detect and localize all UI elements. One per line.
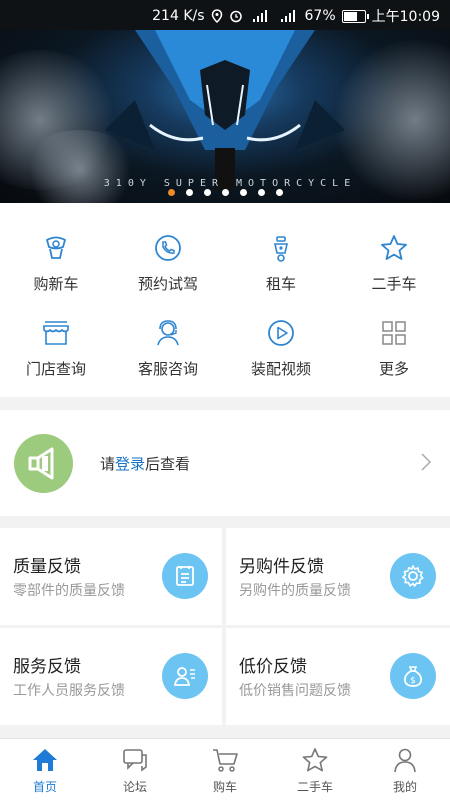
svg-text:$: $ (410, 676, 416, 686)
menu-item-store[interactable]: 门店查询 (0, 318, 112, 379)
battery-icon (341, 9, 369, 23)
chevron-right-icon (421, 453, 432, 471)
motorcycle-image (105, 30, 345, 190)
tab-forum[interactable]: 论坛 (90, 739, 180, 801)
card-low-price-feedback[interactable]: 低价反馈 低价销售问题反馈 $ (226, 628, 450, 725)
tab-used-car[interactable]: 二手车 (270, 739, 360, 801)
login-link[interactable]: 登录 (115, 455, 145, 473)
megaphone-icon (28, 447, 54, 480)
scooter-icon (274, 236, 288, 262)
pagination-dot[interactable] (168, 189, 175, 196)
pagination-dot[interactable] (240, 189, 247, 196)
alarm-icon (229, 10, 242, 23)
pagination-dot[interactable] (204, 189, 211, 196)
menu-item-video[interactable]: 装配视频 (225, 318, 337, 379)
new-bike-icon (45, 236, 67, 259)
login-prompt[interactable]: 请登录后查看 (0, 410, 450, 516)
menu-item-service[interactable]: 客服咨询 (112, 318, 224, 379)
star-icon (302, 748, 328, 772)
tab-buy[interactable]: 购车 (180, 739, 270, 801)
card-service-feedback[interactable]: 服务反馈 工作人员服务反馈 (0, 628, 222, 725)
cart-icon (213, 749, 238, 772)
document-icon (176, 566, 194, 586)
home-icon (33, 749, 57, 771)
login-message: 请登录后查看 (100, 455, 191, 473)
staff-icon (173, 667, 195, 686)
card-quality-feedback[interactable]: 质量反馈 零部件的质量反馈 (0, 528, 222, 625)
money-bag-icon: $ (403, 666, 423, 687)
gear-icon (402, 565, 424, 587)
tab-mine[interactable]: 我的 (360, 739, 450, 801)
promo-banner[interactable]: 310Y SUPER MOTORCYCLE (0, 30, 450, 203)
megaphone-badge (14, 434, 73, 493)
user-icon (394, 748, 416, 773)
pagination-dot[interactable] (222, 189, 229, 196)
menu-item-new-bike[interactable]: 购新车 (0, 233, 112, 294)
pagination-dot[interactable] (186, 189, 193, 196)
signal-4g-icon (280, 10, 295, 22)
star-icon (381, 235, 407, 260)
location-icon (211, 9, 222, 23)
store-icon (43, 321, 69, 345)
signal-3g-icon (252, 10, 267, 22)
pagination-dot[interactable] (258, 189, 265, 196)
banner-tagline: 310Y SUPER MOTORCYCLE (103, 178, 357, 189)
menu-item-test-drive[interactable]: 预约试驾 (112, 233, 224, 294)
quick-menu: 购新车 预约试驾 租车 二手车 门店查询 客服咨询 装配视频 更多 (0, 203, 450, 397)
pagination-dot[interactable] (276, 189, 283, 196)
status-bar: 214 K/s 67% 上午10:09 (0, 0, 450, 30)
card-accessory-feedback[interactable]: 另购件反馈 另购件的质量反馈 (226, 528, 450, 625)
menu-item-used-car[interactable]: 二手车 (338, 233, 450, 294)
menu-item-rent[interactable]: 租车 (225, 233, 337, 294)
tab-home[interactable]: 首页 (0, 739, 90, 801)
network-speed: 214 K/s (152, 8, 205, 24)
bottom-tab-bar: 首页 论坛 购车 二手车 我的 (0, 738, 450, 801)
grid-icon (382, 321, 406, 345)
phone-icon (155, 235, 181, 261)
forum-icon (123, 749, 147, 772)
banner-pagination (168, 189, 283, 196)
menu-item-more[interactable]: 更多 (338, 318, 450, 379)
clock: 上午10:09 (371, 9, 440, 25)
play-icon (268, 320, 294, 346)
battery-percent: 67% (304, 8, 336, 24)
headset-icon (157, 320, 179, 346)
